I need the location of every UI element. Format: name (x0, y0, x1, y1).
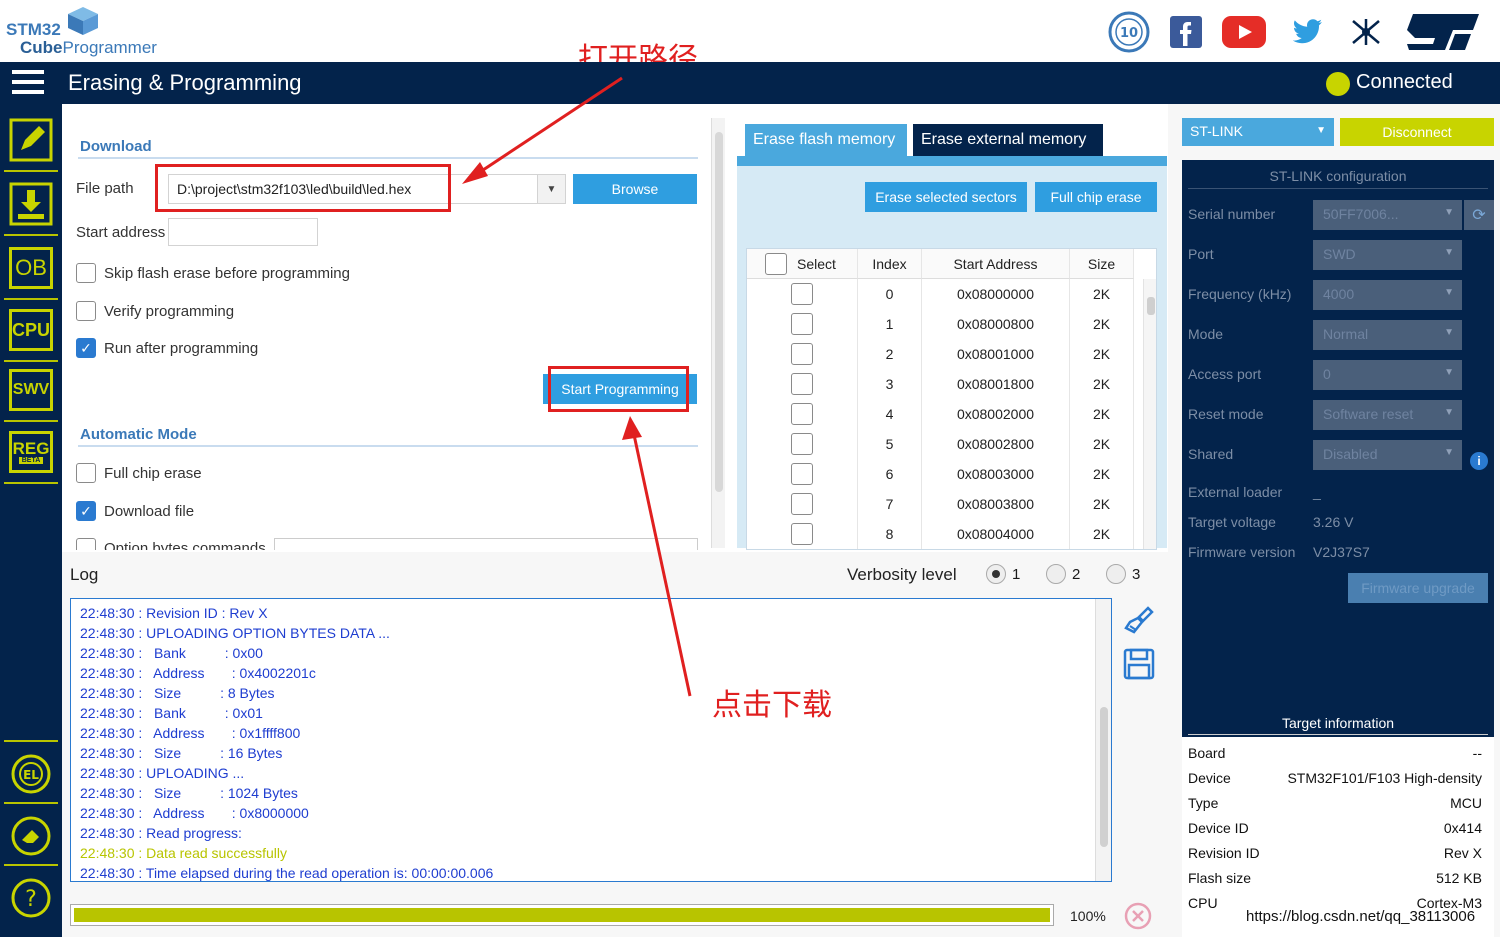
annotation-arrows (462, 76, 692, 697)
annotation-click-download: 点击下载 (712, 688, 832, 723)
watermark: https://blog.csdn.net/qq_38113006 (1246, 908, 1476, 925)
